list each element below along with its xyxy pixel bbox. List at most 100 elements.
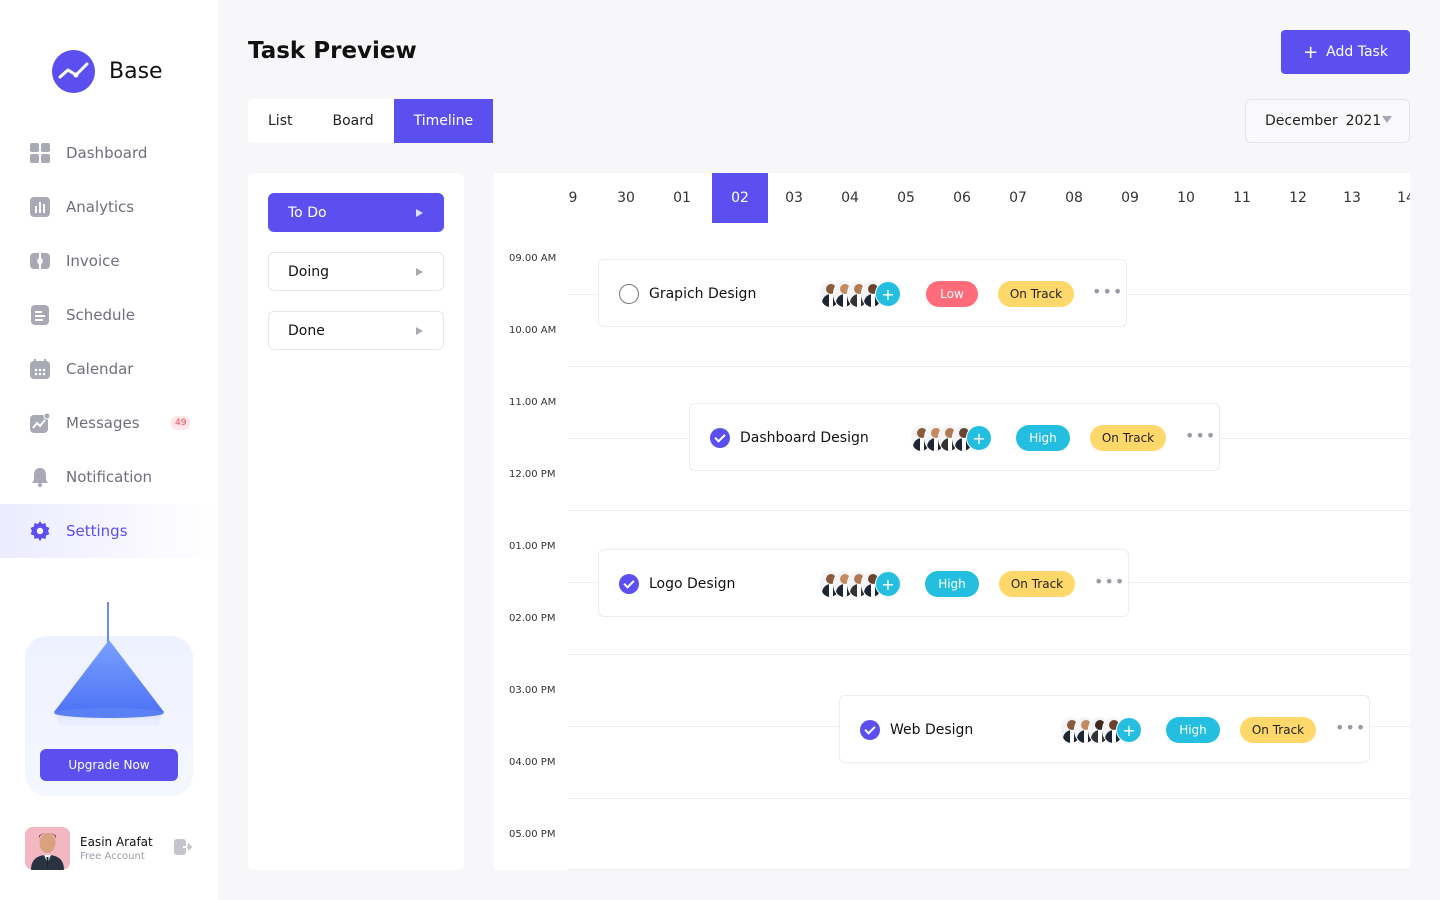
user-plan: Free Account xyxy=(80,851,145,862)
sidebar-item-label: Invoice xyxy=(66,252,120,270)
priority-badge: High xyxy=(925,571,979,597)
status-done-button[interactable]: Done xyxy=(268,311,444,350)
play-icon xyxy=(416,209,423,217)
task-name: Web Design xyxy=(890,722,974,738)
task-checkbox[interactable] xyxy=(619,284,639,304)
day-header[interactable]: 01 xyxy=(654,173,710,223)
day-header[interactable]: 05 xyxy=(878,173,934,223)
time-label: 09.00 AM xyxy=(509,253,557,264)
priority-badge: High xyxy=(1166,717,1220,743)
logo[interactable]: Base xyxy=(52,50,163,93)
task-checkbox[interactable] xyxy=(619,574,639,594)
tab-board[interactable]: Board xyxy=(312,99,393,143)
sidebar-item-label: Messages xyxy=(66,414,140,432)
add-assignee-icon[interactable]: + xyxy=(966,425,992,451)
day-header[interactable]: 06 xyxy=(934,173,990,223)
grid-line xyxy=(568,654,1410,655)
task-card[interactable]: Logo Design + High On Track ••• xyxy=(598,549,1129,617)
grid-line xyxy=(568,510,1410,511)
add-assignee-icon[interactable]: + xyxy=(1116,717,1142,743)
time-label: 10.00 AM xyxy=(509,325,557,336)
time-label: 03.00 PM xyxy=(509,685,556,696)
add-assignee-icon[interactable]: + xyxy=(875,281,901,307)
day-header-active[interactable]: 02 xyxy=(712,173,768,223)
status-doing-button[interactable]: Doing xyxy=(268,252,444,291)
month-label: December xyxy=(1265,113,1338,129)
sidebar-item-label: Schedule xyxy=(66,306,135,324)
invoice-icon xyxy=(30,251,50,271)
sidebar-item-settings[interactable]: Settings xyxy=(0,504,218,558)
schedule-icon xyxy=(30,305,50,325)
day-header[interactable]: 12 xyxy=(1270,173,1326,223)
day-header[interactable]: 9 xyxy=(545,173,601,223)
upgrade-now-button[interactable]: Upgrade Now xyxy=(40,749,178,781)
add-task-label: Add Task xyxy=(1326,44,1388,60)
add-assignee-icon[interactable]: + xyxy=(875,571,901,597)
play-icon xyxy=(416,327,423,335)
page-title: Task Preview xyxy=(248,38,417,64)
task-card[interactable]: Dashboard Design + High On Track ••• xyxy=(689,403,1220,471)
plus-icon: + xyxy=(1303,41,1319,63)
logo-icon xyxy=(52,50,95,93)
sidebar-item-label: Notification xyxy=(66,468,153,486)
day-header[interactable]: 04 xyxy=(822,173,878,223)
assignee-avatars: + xyxy=(819,570,901,598)
day-header[interactable]: 14 xyxy=(1378,173,1410,223)
sidebar-item-analytics[interactable]: Analytics xyxy=(0,180,218,234)
timeline: 9 30 01 02 03 04 05 06 07 08 09 10 11 12… xyxy=(494,173,1410,870)
day-header[interactable]: 30 xyxy=(598,173,654,223)
priority-badge: Low xyxy=(926,281,978,307)
user-profile[interactable]: Easin Arafat Free Account xyxy=(25,827,153,870)
status-badge: On Track xyxy=(999,571,1075,597)
day-header[interactable]: 11 xyxy=(1214,173,1270,223)
time-label: 12.00 PM xyxy=(509,469,556,480)
view-tabs: List Board Timeline xyxy=(248,99,494,143)
day-header[interactable]: 09 xyxy=(1102,173,1158,223)
more-options-icon[interactable]: ••• xyxy=(1185,426,1216,445)
status-badge: On Track xyxy=(998,281,1074,307)
task-checkbox[interactable] xyxy=(710,428,730,448)
calendar-icon xyxy=(30,359,50,379)
month-select[interactable]: December 2021 xyxy=(1245,99,1410,143)
task-checkbox[interactable] xyxy=(860,720,880,740)
avatar xyxy=(25,827,70,870)
more-options-icon[interactable]: ••• xyxy=(1335,718,1366,737)
day-header[interactable]: 13 xyxy=(1324,173,1380,223)
time-label: 04.00 PM xyxy=(509,757,556,768)
status-panel: To Do Doing Done xyxy=(248,173,464,870)
sidebar-item-dashboard[interactable]: Dashboard xyxy=(0,126,218,180)
logout-icon[interactable] xyxy=(174,838,193,860)
messages-count-badge: 49 xyxy=(171,416,191,430)
sidebar-item-notification[interactable]: Notification xyxy=(0,450,218,504)
status-label: Doing xyxy=(288,263,329,280)
task-card[interactable]: Grapich Design + Low On Track ••• xyxy=(598,259,1127,327)
sidebar-item-label: Calendar xyxy=(66,360,134,378)
task-name: Grapich Design xyxy=(649,286,757,302)
sidebar: Base Dashboard Analytics Invoice Schedul… xyxy=(0,0,218,900)
messages-icon xyxy=(30,413,50,433)
bell-icon xyxy=(30,467,50,487)
day-header[interactable]: 08 xyxy=(1046,173,1102,223)
status-todo-button[interactable]: To Do xyxy=(268,193,444,232)
task-name: Logo Design xyxy=(649,576,736,592)
tab-timeline[interactable]: Timeline xyxy=(393,99,494,143)
caret-down-icon xyxy=(1382,116,1392,123)
lamp-illustration xyxy=(52,636,166,748)
app-name: Base xyxy=(109,59,163,84)
tab-list[interactable]: List xyxy=(248,99,312,143)
day-header[interactable]: 03 xyxy=(766,173,822,223)
more-options-icon[interactable]: ••• xyxy=(1092,282,1123,301)
add-task-button[interactable]: + Add Task xyxy=(1281,30,1410,74)
status-badge: On Track xyxy=(1240,717,1316,743)
user-name: Easin Arafat xyxy=(80,835,153,849)
sidebar-item-messages[interactable]: Messages 49 xyxy=(0,396,218,450)
sidebar-item-calendar[interactable]: Calendar xyxy=(0,342,218,396)
day-header[interactable]: 07 xyxy=(990,173,1046,223)
sidebar-item-label: Analytics xyxy=(66,198,135,216)
sidebar-item-invoice[interactable]: Invoice xyxy=(0,234,218,288)
task-card[interactable]: Web Design + High On Track ••• xyxy=(839,695,1370,763)
sidebar-item-schedule[interactable]: Schedule xyxy=(0,288,218,342)
day-header[interactable]: 10 xyxy=(1158,173,1214,223)
priority-badge: High xyxy=(1016,425,1070,451)
more-options-icon[interactable]: ••• xyxy=(1094,572,1125,591)
